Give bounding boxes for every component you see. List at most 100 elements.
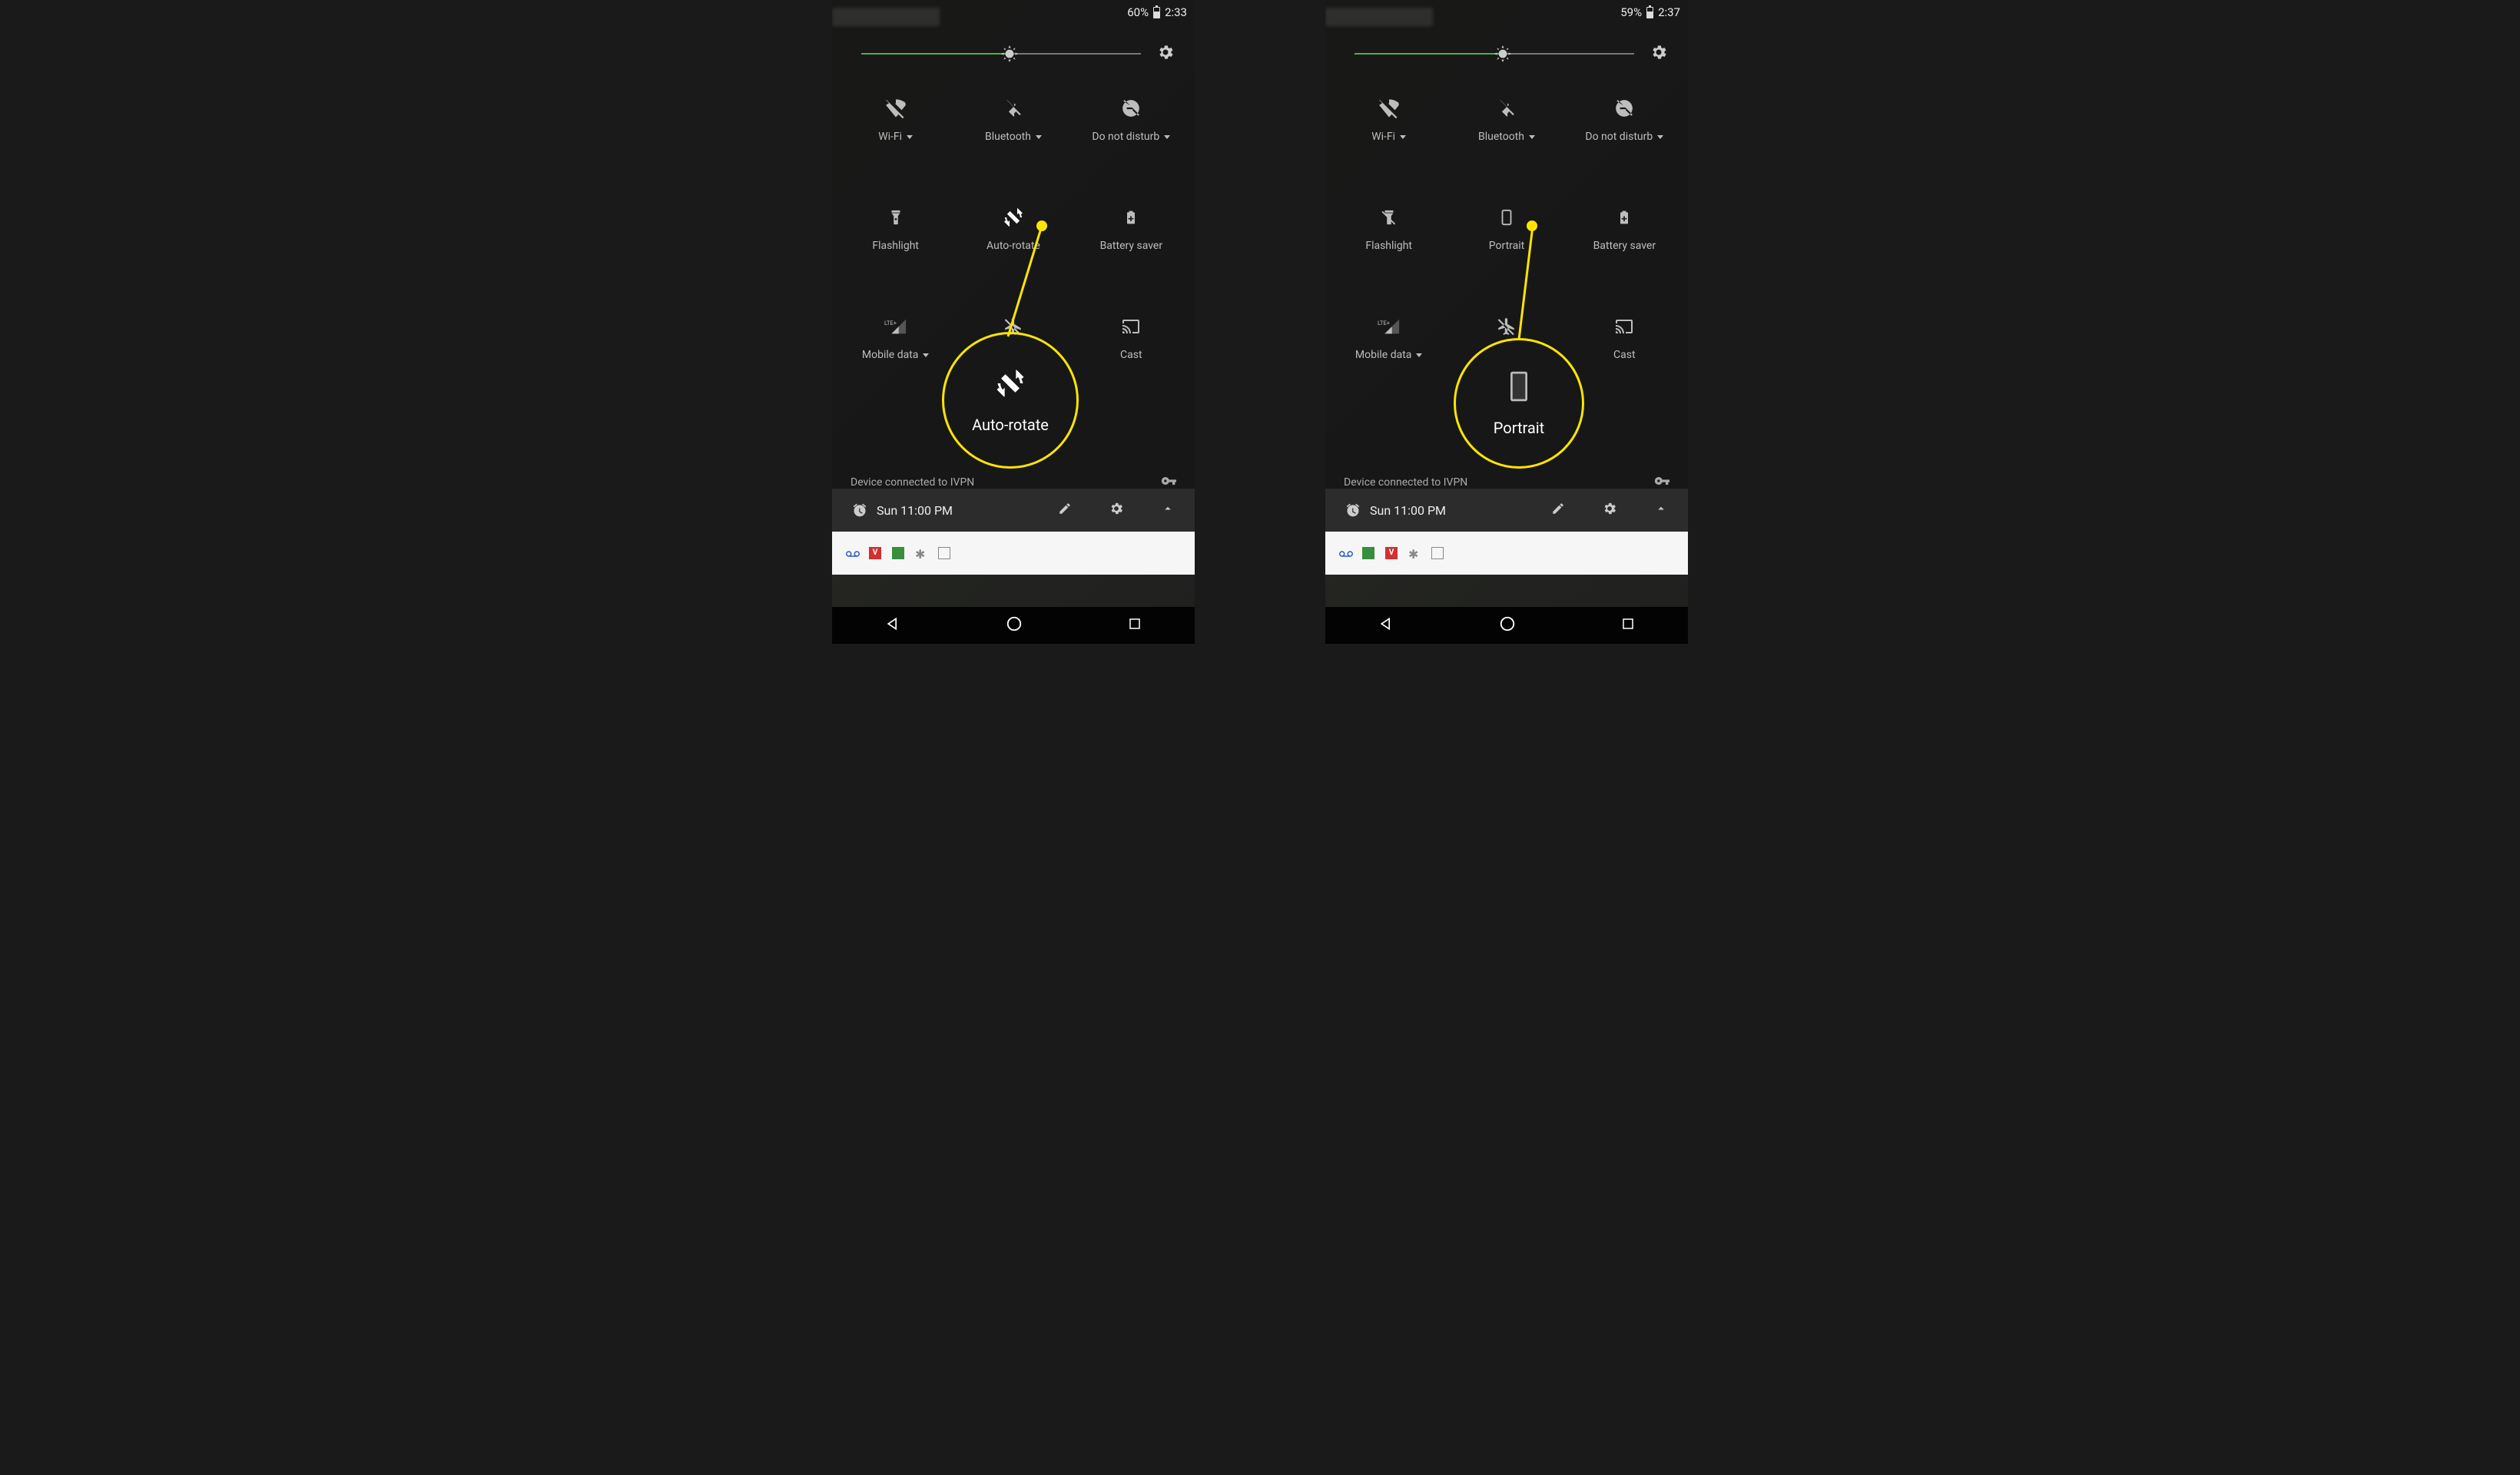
tile-dnd[interactable]: Do not disturb: [1566, 86, 1683, 195]
vpn-footer: Device connected to IVPN: [832, 476, 1195, 489]
tile-dnd[interactable]: Do not disturb: [1073, 86, 1190, 195]
tile-flashlight[interactable]: Flashlight: [837, 195, 954, 304]
tile-cast[interactable]: Cast: [1073, 304, 1190, 413]
shade-settings-icon[interactable]: [1109, 501, 1124, 519]
quick-settings-shade: 60% 2:33 Wi-Fi Bluetooth: [832, 0, 1195, 532]
tile-rotate[interactable]: Auto-rotate: [954, 195, 1072, 304]
wifi-off-icon: [884, 97, 907, 120]
battery-icon: [1646, 7, 1653, 18]
tile-wifi[interactable]: Wi-Fi: [1330, 86, 1447, 195]
cast-icon: [1613, 315, 1636, 338]
vpn-footer: Device connected to IVPN: [1325, 476, 1688, 489]
chevron-down-icon: [1036, 135, 1042, 139]
notification-strip[interactable]: V ✱: [832, 532, 1195, 575]
battery-pct: 59%: [1620, 5, 1642, 19]
tile-flashlight-label: Flashlight: [1365, 240, 1412, 252]
tile-bluetooth[interactable]: Bluetooth: [954, 86, 1072, 195]
vpn-text: Device connected to IVPN: [1344, 476, 1467, 489]
brightness-row: [1325, 22, 1688, 72]
nav-bar: [832, 607, 1195, 644]
phone-right: 59% 2:37 Wi-Fi Bluetooth: [1325, 0, 1688, 644]
tiles-grid: Wi-Fi Bluetooth Do not disturb Flashligh…: [1325, 72, 1688, 413]
tile-dnd-label: Do not disturb: [1585, 131, 1653, 143]
airplane-off-icon: [1495, 315, 1518, 338]
brightness-thumb-icon: [1493, 44, 1513, 64]
app-icon-green: [1362, 547, 1374, 559]
app-icon-red: V: [869, 547, 881, 559]
tile-airplane[interactable]: [1447, 304, 1565, 413]
portrait-lock-icon: [1495, 206, 1518, 229]
phone-left: 60% 2:33 Wi-Fi Bluetooth: [832, 0, 1195, 644]
brightness-slider[interactable]: [861, 53, 1141, 55]
chevron-down-icon: [1657, 135, 1663, 139]
flashlight-off-icon: [1378, 206, 1401, 229]
chevron-down-icon: [923, 353, 929, 357]
tile-battery-saver[interactable]: Battery saver: [1566, 195, 1683, 304]
bluetooth-off-icon: [1002, 97, 1025, 120]
app-icon-green: [892, 547, 904, 559]
redacted-carrier: [832, 8, 940, 26]
app-icon-leaf: ✱: [1408, 547, 1421, 559]
svg-text:LTE+: LTE+: [884, 320, 897, 326]
chevron-down-icon: [1416, 353, 1422, 357]
flashlight-icon: [884, 206, 907, 229]
bluetooth-off-icon: [1495, 97, 1518, 120]
cast-icon: [1119, 315, 1142, 338]
app-icon-grey: [938, 547, 950, 559]
chevron-down-icon: [907, 135, 913, 139]
nav-home[interactable]: [1006, 615, 1023, 635]
tile-wifi[interactable]: Wi-Fi: [837, 86, 954, 195]
tile-airplane[interactable]: [954, 304, 1072, 413]
tile-cast[interactable]: Cast: [1566, 304, 1683, 413]
nav-back[interactable]: [1378, 616, 1394, 635]
tile-rotate[interactable]: Portrait: [1447, 195, 1565, 304]
tile-cast-label: Cast: [1613, 349, 1636, 361]
app-icon-grey: [1431, 547, 1444, 559]
nav-bar: [1325, 607, 1688, 644]
brightness-slider[interactable]: [1354, 53, 1634, 55]
signal-icon: LTE+: [884, 315, 907, 338]
vpn-text: Device connected to IVPN: [850, 476, 974, 489]
shade-settings-icon[interactable]: [1602, 501, 1617, 519]
nav-home[interactable]: [1499, 615, 1516, 635]
tile-mobile-data[interactable]: LTE+ Mobile data: [1330, 304, 1447, 413]
brightness-thumb-icon: [1000, 44, 1020, 64]
alarm-icon: [852, 502, 867, 518]
tile-rotate-label: Auto-rotate: [986, 240, 1040, 252]
vpn-key-icon[interactable]: [1654, 476, 1670, 489]
settings-icon[interactable]: [1156, 43, 1175, 65]
chevron-down-icon: [1164, 135, 1170, 139]
tile-cast-label: Cast: [1120, 349, 1142, 361]
tile-battery-saver[interactable]: Battery saver: [1073, 195, 1190, 304]
auto-rotate-icon: [1002, 206, 1025, 229]
nav-recents[interactable]: [1128, 617, 1142, 634]
vpn-key-icon[interactable]: [1161, 476, 1176, 489]
tile-wifi-label: Wi-Fi: [1371, 131, 1395, 143]
brightness-row: [832, 22, 1195, 72]
dnd-off-icon: [1613, 97, 1636, 120]
alarm-bar: Sun 11:00 PM: [832, 489, 1195, 532]
tile-flashlight-label: Flashlight: [872, 240, 919, 252]
settings-icon[interactable]: [1650, 43, 1668, 65]
tile-bluetooth-label: Bluetooth: [985, 131, 1031, 143]
chevron-up-icon[interactable]: [1161, 502, 1175, 519]
tile-bluetooth-label: Bluetooth: [1478, 131, 1524, 143]
tile-bluetooth[interactable]: Bluetooth: [1447, 86, 1565, 195]
dnd-off-icon: [1119, 97, 1142, 120]
tile-flashlight[interactable]: Flashlight: [1330, 195, 1447, 304]
edit-icon[interactable]: [1058, 502, 1072, 519]
status-time: 2:37: [1658, 5, 1680, 19]
battery-saver-icon: [1119, 206, 1142, 229]
tile-mobile-data-label: Mobile data: [862, 349, 918, 361]
wifi-off-icon: [1378, 97, 1401, 120]
chevron-up-icon[interactable]: [1654, 502, 1668, 519]
alarm-bar: Sun 11:00 PM: [1325, 489, 1688, 532]
svg-text:LTE+: LTE+: [1378, 320, 1390, 326]
edit-icon[interactable]: [1551, 502, 1565, 519]
voicemail-icon: [1339, 547, 1351, 559]
chevron-down-icon: [1529, 135, 1535, 139]
nav-recents[interactable]: [1621, 617, 1635, 634]
tile-mobile-data[interactable]: LTE+ Mobile data: [837, 304, 954, 413]
notification-strip[interactable]: V ✱: [1325, 532, 1688, 575]
nav-back[interactable]: [885, 616, 900, 635]
